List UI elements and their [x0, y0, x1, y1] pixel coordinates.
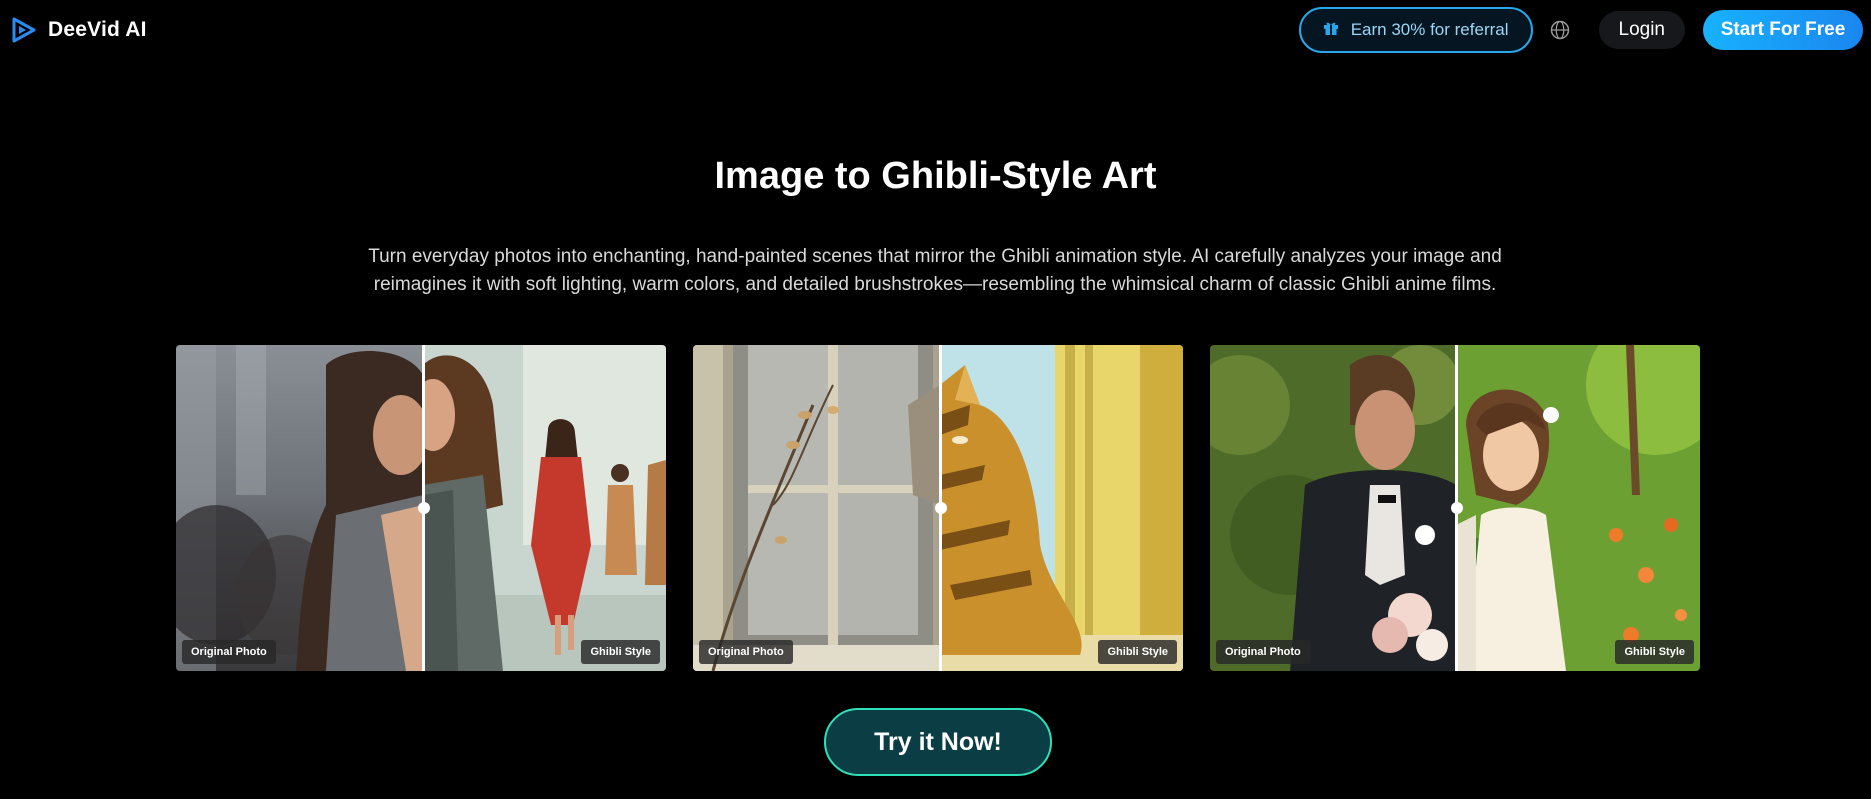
- comparison-card-wedding[interactable]: Original Photo Ghibli Style: [1210, 345, 1700, 671]
- referral-button[interactable]: Earn 30% for referral: [1298, 7, 1533, 53]
- comparison-card-cat[interactable]: Original Photo Ghibli Style: [693, 345, 1183, 671]
- try-it-now-button[interactable]: Try it Now!: [824, 708, 1052, 776]
- original-photo-badge: Original Photo: [1216, 640, 1310, 664]
- nav-actions: Earn 30% for referral Login Start For Fr…: [1298, 7, 1863, 53]
- ghibli-style-image: [1436, 345, 1700, 671]
- original-photo-badge: Original Photo: [182, 640, 276, 664]
- hero-description: Turn everyday photos into enchanting, ha…: [368, 246, 1502, 295]
- original-photo: [1210, 345, 1460, 671]
- top-nav: DeeVid AI Earn 30% for referral Login St…: [0, 0, 1871, 60]
- compare-slider-handle[interactable]: [1450, 502, 1463, 514]
- ghibli-style-image: [411, 345, 666, 671]
- login-button[interactable]: Login: [1598, 11, 1685, 49]
- page-title: Image to Ghibli-Style Art: [714, 155, 1157, 197]
- comparison-gallery: Original Photo Ghibli Style Original Pho…: [176, 345, 1700, 671]
- play-logo-icon: [10, 16, 38, 44]
- start-for-free-button[interactable]: Start For Free: [1703, 10, 1863, 50]
- compare-slider-handle[interactable]: [417, 502, 430, 514]
- ghibli-style-badge: Ghibli Style: [581, 640, 660, 664]
- compare-slider-handle[interactable]: [934, 502, 947, 514]
- gift-icon: [1323, 20, 1339, 41]
- original-photo-badge: Original Photo: [699, 640, 793, 664]
- brand-name: DeeVid AI: [48, 18, 147, 41]
- original-photo: [176, 345, 429, 671]
- ghibli-style-badge: Ghibli Style: [1098, 640, 1177, 664]
- referral-label: Earn 30% for referral: [1350, 20, 1509, 39]
- original-photo: [693, 345, 940, 671]
- comparison-card-fashion[interactable]: Original Photo Ghibli Style: [176, 345, 666, 671]
- ghibli-style-image: [940, 345, 1183, 671]
- globe-icon[interactable]: [1549, 19, 1571, 41]
- brand[interactable]: DeeVid AI: [10, 16, 147, 44]
- ghibli-style-badge: Ghibli Style: [1615, 640, 1694, 664]
